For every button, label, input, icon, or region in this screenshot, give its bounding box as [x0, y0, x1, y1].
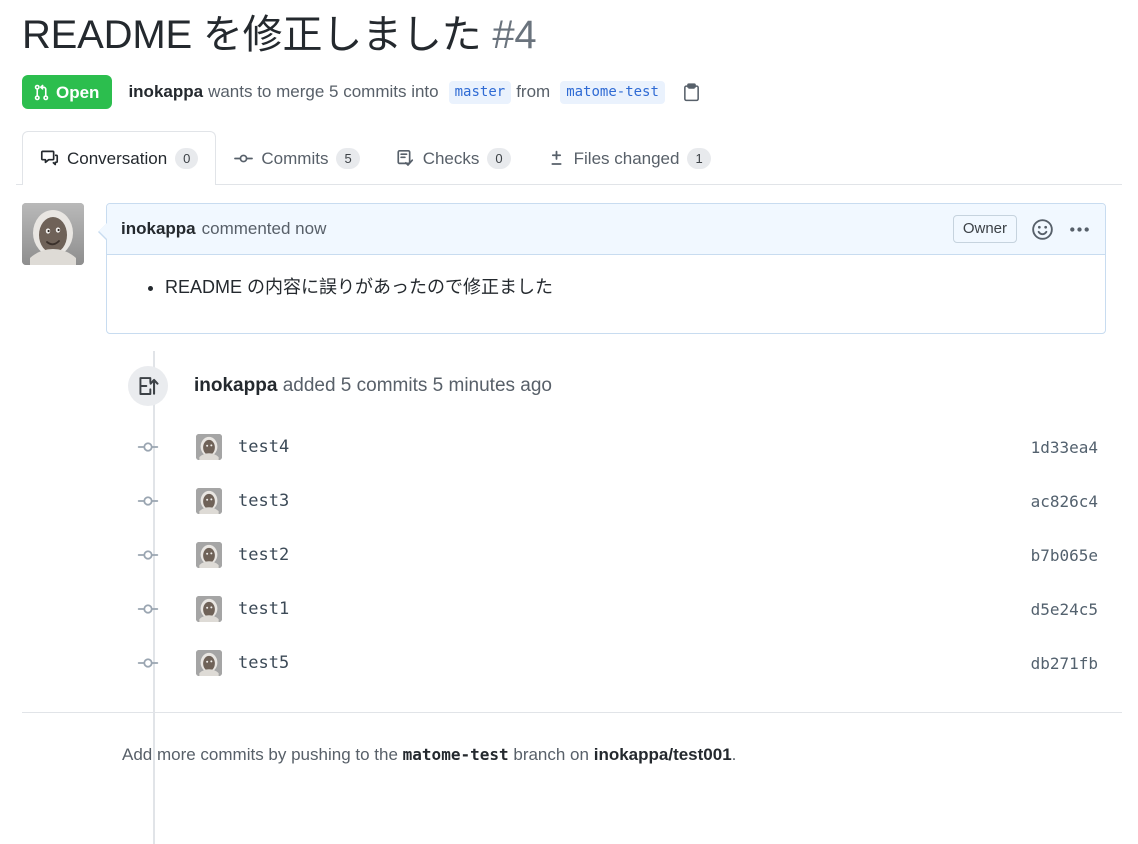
commit-message[interactable]: test2: [238, 545, 289, 565]
git-commit-icon: [234, 149, 254, 168]
commit-message[interactable]: test1: [238, 599, 289, 619]
timeline-push-event: inokappa added 5 commits 5 minutes ago: [128, 366, 1122, 407]
comment-body: README の内容に誤りがあったので修正ました: [107, 255, 1105, 333]
tab-conversation-label: Conversation: [67, 148, 168, 168]
comment-thread: inokappa commented now Owner • README の内…: [22, 203, 1122, 335]
pr-timeline: inokappa commented now Owner • README の内…: [16, 203, 1122, 844]
pull-request-page: README を修正しました #4 Open inokappa wants to…: [0, 12, 1138, 844]
table-row: test2 b7b065e: [128, 528, 1122, 582]
comment-bullet: README の内容に誤りがあったので修正ました: [165, 273, 1089, 302]
tab-files-changed[interactable]: Files changed 1: [529, 131, 729, 185]
diff-icon: [547, 149, 566, 168]
tab-conversation[interactable]: Conversation 0: [22, 131, 217, 186]
avatar[interactable]: [196, 650, 222, 677]
footer-suffix: .: [731, 745, 737, 765]
tab-files-changed-count: 1: [687, 148, 711, 170]
base-branch-chip[interactable]: master: [448, 80, 512, 104]
pr-title-text: README を修正しました: [22, 13, 482, 57]
commit-sha[interactable]: b7b065e: [1031, 546, 1098, 565]
head-branch-chip[interactable]: matome-test: [560, 80, 665, 104]
repo-push-icon: [128, 366, 168, 407]
table-row: test4 1d33ea4: [128, 420, 1122, 474]
tab-commits-count: 5: [336, 148, 360, 170]
commit-sha[interactable]: ac826c4: [1031, 492, 1098, 511]
section-divider: [22, 712, 1122, 714]
pr-subhead: Open inokappa wants to merge 5 commits i…: [16, 75, 1122, 110]
comment-card: inokappa commented now Owner • README の内…: [98, 203, 1106, 335]
git-commit-icon: [128, 490, 168, 512]
page-title: README を修正しました #4: [16, 12, 1122, 59]
from-label: from: [516, 82, 551, 102]
status-badge-label: Open: [56, 82, 100, 102]
smiley-icon[interactable]: [1031, 218, 1054, 241]
avatar[interactable]: [196, 542, 222, 569]
comment-author[interactable]: inokappa: [121, 219, 196, 239]
git-commit-icon: [128, 598, 168, 620]
tab-checks-label: Checks: [422, 148, 480, 168]
footer-branch: matome-test: [402, 745, 509, 765]
table-row: test5 db271fb: [128, 636, 1122, 690]
status-badge: Open: [22, 75, 113, 110]
clipboard-icon[interactable]: [682, 83, 701, 102]
git-commit-icon: [128, 652, 168, 674]
pr-tabnav: Conversation 0 Commits 5 Checks 0 Files …: [16, 131, 1122, 186]
git-pull-request-icon: [33, 84, 50, 101]
kebab-horizontal-icon[interactable]: [1068, 218, 1091, 241]
tab-commits-label: Commits: [261, 148, 329, 168]
commit-message[interactable]: test5: [238, 653, 289, 673]
footer-middle: branch on: [513, 745, 589, 765]
push-event-text: inokappa added 5 commits 5 minutes ago: [194, 375, 552, 397]
comment-discussion-icon: [40, 149, 59, 168]
comment-header: inokappa commented now Owner: [107, 204, 1105, 256]
avatar[interactable]: [196, 434, 222, 461]
footer-repo: inokappa/test001: [593, 745, 732, 765]
commit-message[interactable]: test3: [238, 491, 289, 511]
avatar[interactable]: [196, 488, 222, 515]
commit-sha[interactable]: d5e24c5: [1031, 600, 1098, 619]
git-commit-icon: [128, 544, 168, 566]
owner-badge: Owner: [952, 215, 1017, 244]
commit-sha[interactable]: 1d33ea4: [1031, 438, 1098, 457]
merge-description: inokappa wants to merge 5 commits into m…: [128, 80, 701, 104]
table-row: test3 ac826c4: [128, 474, 1122, 528]
avatar[interactable]: [196, 596, 222, 623]
tab-commits[interactable]: Commits 5: [216, 131, 377, 185]
merge-action-text: wants to merge 5 commits into: [208, 82, 439, 102]
avatar[interactable]: [22, 203, 84, 266]
pr-number: #4: [492, 13, 537, 57]
commit-list: test4 1d33ea4 test3 ac826c4 test2 b7b065…: [128, 420, 1122, 690]
tab-conversation-count: 0: [175, 148, 199, 170]
push-event-author[interactable]: inokappa: [194, 375, 277, 396]
commit-message[interactable]: test4: [238, 437, 289, 457]
comment-meta: commented now: [201, 219, 327, 239]
tab-checks-count: 0: [487, 148, 511, 170]
footer-prefix: Add more commits by pushing to the: [122, 745, 398, 765]
table-row: test1 d5e24c5: [128, 582, 1122, 636]
add-more-commits-note: Add more commits by pushing to the matom…: [122, 745, 1122, 765]
checklist-icon: [396, 149, 415, 168]
commit-sha[interactable]: db271fb: [1031, 654, 1098, 673]
tab-checks[interactable]: Checks 0: [378, 131, 529, 185]
tab-files-changed-label: Files changed: [573, 148, 680, 168]
git-commit-icon: [128, 436, 168, 458]
pr-author[interactable]: inokappa: [128, 82, 203, 102]
push-event-detail: added 5 commits 5 minutes ago: [282, 375, 552, 397]
